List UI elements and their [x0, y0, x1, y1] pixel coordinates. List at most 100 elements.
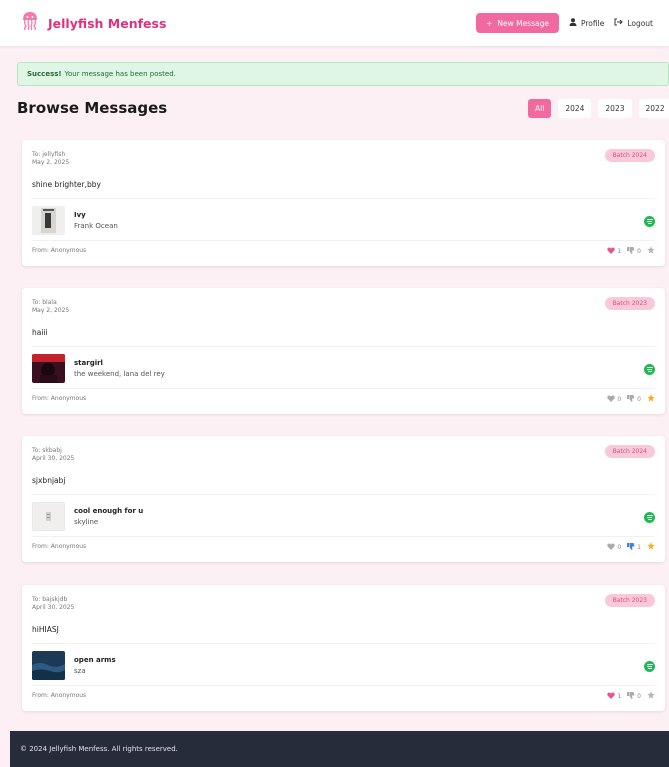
- message-date: May 2, 2025: [32, 307, 70, 314]
- success-alert: Success! Your message has been posted.: [17, 62, 669, 86]
- heart-icon: [607, 691, 616, 701]
- message-sender: From: Anonymous: [32, 247, 87, 254]
- message-sender: From: Anonymous: [32, 543, 87, 550]
- recipient: To: blala: [32, 299, 57, 306]
- message-recipient: To: bajskjdb April 30, 2025: [32, 596, 74, 612]
- album-cover: [32, 651, 65, 680]
- filter-2023[interactable]: 2023: [598, 99, 632, 118]
- footer-copyright: © 2024 Jellyfish Menfess. All rights res…: [20, 745, 178, 753]
- filter-2024[interactable]: 2024: [558, 99, 592, 118]
- album-cover: [32, 354, 65, 383]
- batch-badge: Batch 2024: [604, 445, 655, 458]
- spotify-icon[interactable]: [644, 364, 655, 375]
- divider: [32, 536, 655, 537]
- album-cover: [32, 502, 65, 531]
- song-info: cool enough for u skyline: [32, 502, 143, 531]
- heart-icon: [607, 246, 616, 256]
- like-count: 1: [617, 247, 622, 255]
- navbar: Jellyfish Menfess + New Message Profile …: [0, 0, 669, 46]
- song-title: Ivy: [74, 211, 86, 219]
- batch-badge: Batch 2023: [604, 297, 655, 310]
- star-icon[interactable]: [647, 691, 655, 701]
- song-artist: the weekend, lana del rey: [74, 370, 165, 378]
- song-artist: Frank Ocean: [74, 222, 118, 230]
- song-title: stargirl: [74, 359, 103, 367]
- like-button[interactable]: 1: [607, 246, 622, 256]
- recipient: To: bajskjdb: [32, 596, 68, 603]
- like-count: 0: [617, 543, 622, 551]
- album-cover: [32, 206, 65, 235]
- new-message-label: New Message: [497, 18, 549, 28]
- footer: © 2024 Jellyfish Menfess. All rights res…: [10, 731, 669, 767]
- brand[interactable]: Jellyfish Menfess: [22, 11, 166, 35]
- logout-link[interactable]: Logout: [614, 18, 653, 28]
- message-recipient: To: skbabj April 30, 2025: [32, 447, 74, 463]
- message-text: haiii: [32, 328, 48, 337]
- message-card: To: skbabj April 30, 2025 Batch 2024 sjx…: [22, 436, 665, 562]
- song-artist: sza: [74, 667, 86, 675]
- like-button[interactable]: 1: [607, 691, 622, 701]
- divider: [32, 388, 655, 389]
- message-date: May 2, 2025: [32, 159, 70, 166]
- dislike-button[interactable]: 0: [627, 394, 641, 404]
- message-date: April 30, 2025: [32, 604, 75, 611]
- spotify-icon[interactable]: [644, 512, 655, 523]
- like-count: 1: [617, 692, 622, 700]
- batch-badge: Batch 2024: [604, 149, 655, 162]
- song-title: cool enough for u: [74, 507, 144, 515]
- dislike-count: 0: [637, 247, 641, 255]
- dislike-button[interactable]: 0: [627, 246, 641, 256]
- reactions: 1 0: [607, 246, 655, 256]
- spotify-icon[interactable]: [644, 661, 655, 672]
- like-count: 0: [617, 395, 622, 403]
- page-title: Browse Messages: [17, 99, 168, 117]
- divider: [32, 643, 655, 644]
- song-info: stargirl the weekend, lana del rey: [32, 354, 165, 383]
- star-icon[interactable]: [647, 394, 655, 404]
- star-icon[interactable]: [647, 542, 655, 552]
- batch-filters: All 2024 2023 2022: [528, 99, 669, 118]
- heart-icon: [607, 394, 616, 404]
- filter-all[interactable]: All: [528, 99, 552, 118]
- dislike-count: 0: [637, 395, 641, 403]
- message-sender: From: Anonymous: [32, 692, 87, 699]
- dislike-button[interactable]: 0: [627, 691, 641, 701]
- heart-icon: [607, 542, 616, 552]
- thumbs-down-icon: [627, 691, 635, 701]
- message-text: hiHIASJ: [32, 625, 59, 634]
- divider: [32, 685, 655, 686]
- user-icon: [569, 18, 577, 28]
- message-card: To: blala May 2, 2025 Batch 2023 haiii s…: [22, 288, 665, 414]
- like-button[interactable]: 0: [607, 394, 622, 404]
- song-artist: skyline: [74, 518, 99, 526]
- reactions: 1 0: [607, 691, 655, 701]
- message-text: sjxbnjabj: [32, 476, 66, 485]
- dislike-count: 1: [637, 543, 641, 551]
- nav-actions: + New Message Profile Logout: [476, 13, 653, 33]
- message-recipient: To: blala May 2, 2025: [32, 299, 69, 315]
- message-text: shine brighter,bby: [32, 180, 101, 189]
- star-icon[interactable]: [647, 246, 655, 256]
- brand-name: Jellyfish Menfess: [48, 15, 167, 31]
- dislike-count: 0: [637, 692, 641, 700]
- reactions: 0 1: [607, 542, 655, 552]
- dislike-button[interactable]: 1: [627, 542, 641, 552]
- batch-badge: Batch 2023: [604, 594, 655, 607]
- logout-icon: [614, 18, 624, 28]
- spotify-icon[interactable]: [644, 216, 655, 227]
- message-recipient: To: jellyfish May 2, 2025: [32, 151, 69, 167]
- thumbs-down-icon: [627, 394, 635, 404]
- song-title: open arms: [74, 656, 116, 664]
- alert-text: Your message has been posted.: [64, 70, 176, 78]
- recipient: To: jellyfish: [32, 151, 66, 158]
- logout-label: Logout: [627, 18, 653, 28]
- divider: [32, 240, 655, 241]
- filter-2022[interactable]: 2022: [638, 99, 669, 118]
- new-message-button[interactable]: + New Message: [476, 13, 559, 33]
- divider: [32, 346, 655, 347]
- like-button[interactable]: 0: [607, 542, 622, 552]
- reactions: 0 0: [607, 394, 655, 404]
- recipient: To: skbabj: [32, 447, 62, 454]
- profile-link[interactable]: Profile: [569, 18, 604, 28]
- thumbs-down-icon: [627, 542, 635, 552]
